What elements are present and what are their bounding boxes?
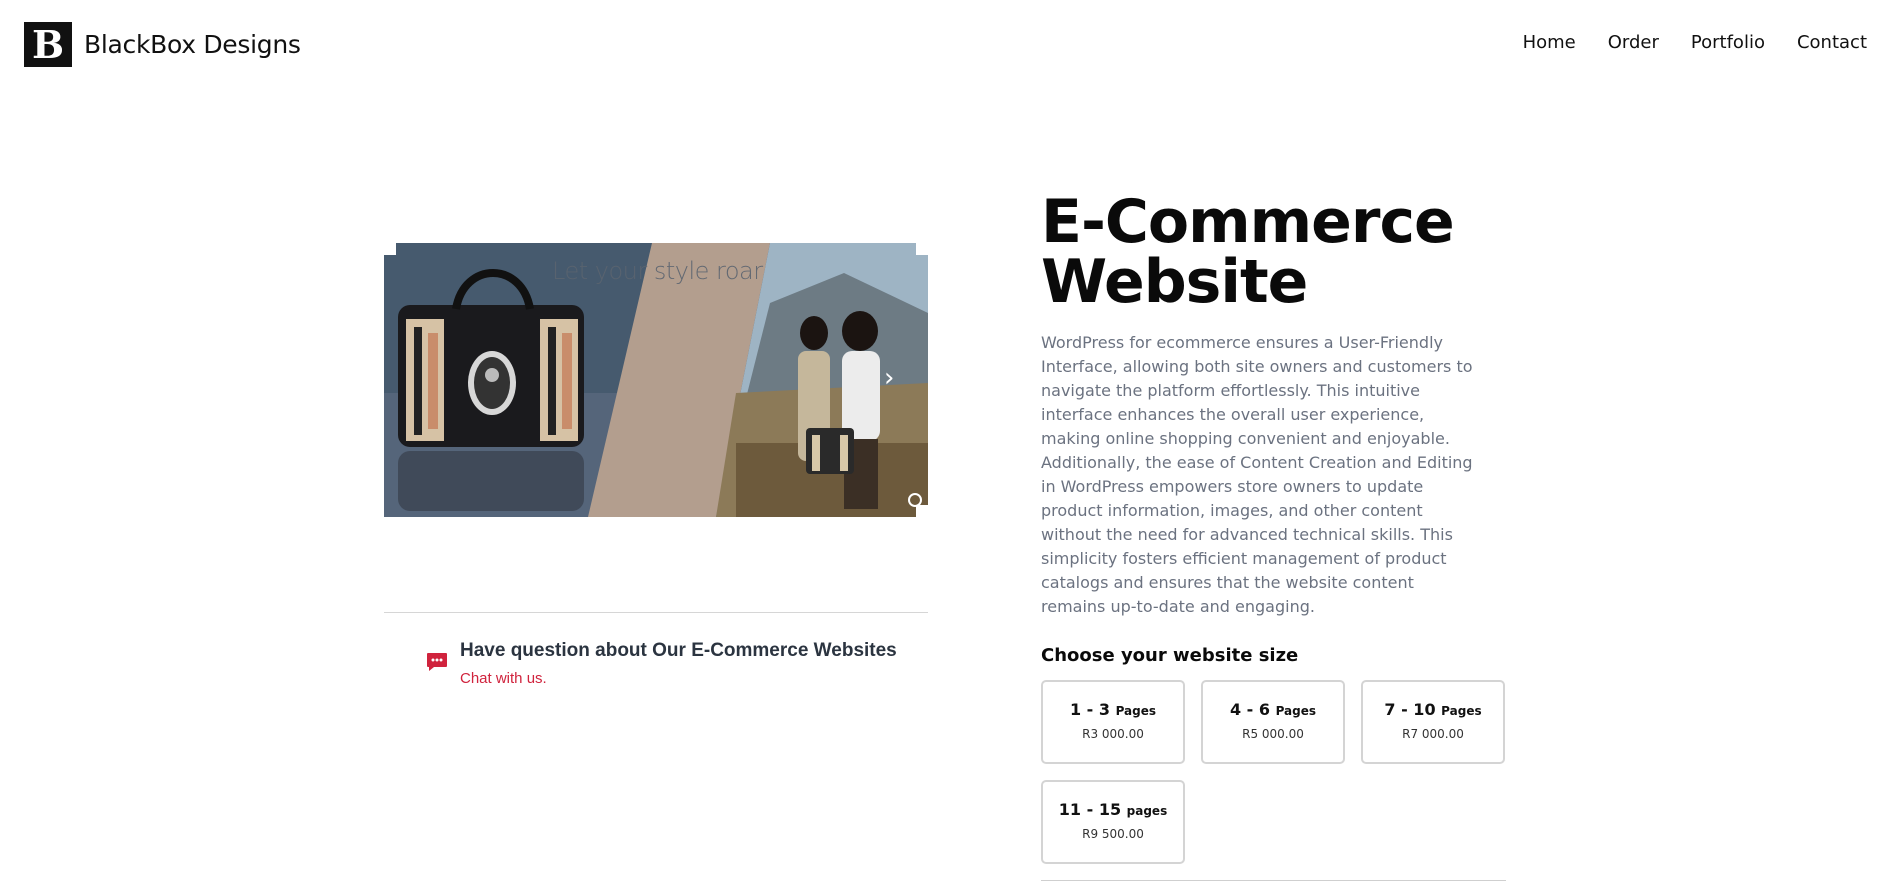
size-price: R5 000.00	[1242, 727, 1304, 741]
size-option-7-10[interactable]: 7 - 10 Pages R7 000.00	[1361, 680, 1505, 764]
size-option-1-3[interactable]: 1 - 3 Pages R3 000.00	[1041, 680, 1185, 764]
size-heading: Choose your website size	[1041, 645, 1299, 666]
size-range-value: 7 - 10	[1384, 700, 1436, 719]
slide-caption: Let your style roar	[552, 257, 763, 285]
product-image-slider[interactable]: Let your style roar ›	[384, 243, 928, 517]
page-title: E-Commerce Website	[1041, 192, 1501, 312]
size-range: 7 - 10 Pages	[1363, 700, 1503, 719]
size-range-value: 11 - 15	[1058, 800, 1122, 819]
divider	[384, 612, 928, 613]
size-option-4-6[interactable]: 4 - 6 Pages R5 000.00	[1201, 680, 1345, 764]
slider-corner-tr	[916, 243, 928, 255]
description-paragraph-1: WordPress for ecommerce ensures a User-F…	[1041, 333, 1473, 448]
zoom-icon[interactable]	[908, 493, 922, 507]
nav-home[interactable]: Home	[1523, 32, 1576, 53]
divider	[1041, 880, 1506, 881]
size-option-11-15[interactable]: 11 - 15 pages R9 500.00	[1041, 780, 1185, 864]
slider-corner-tl	[384, 243, 396, 255]
size-unit: Pages	[1441, 704, 1482, 718]
product-description: WordPress for ecommerce ensures a User-F…	[1041, 331, 1481, 619]
description-paragraph-2: Additionally, the ease of Content Creati…	[1041, 453, 1473, 616]
brand-name: BlackBox Designs	[84, 30, 301, 59]
size-unit: pages	[1126, 804, 1168, 818]
slider-corner-br	[916, 505, 928, 517]
question-title: Have question about Our E-Commerce Websi…	[460, 640, 897, 661]
site-header: B BlackBox Designs Home Order Portfolio …	[0, 0, 1897, 88]
main-nav: Home Order Portfolio Contact	[1491, 32, 1867, 53]
nav-portfolio[interactable]: Portfolio	[1691, 32, 1765, 53]
size-range: 4 - 6 Pages	[1203, 700, 1343, 719]
logo-mark: B	[24, 22, 72, 67]
nav-order[interactable]: Order	[1608, 32, 1659, 53]
size-range: 1 - 3 Pages	[1043, 700, 1183, 719]
brand-logo[interactable]: B BlackBox Designs	[24, 22, 301, 67]
nav-contact[interactable]: Contact	[1797, 32, 1867, 53]
chat-bubble-icon	[427, 653, 447, 671]
size-unit: Pages	[1275, 704, 1317, 718]
size-price: R3 000.00	[1082, 727, 1144, 741]
size-range-value: 1 - 3	[1069, 700, 1110, 719]
size-price: R9 500.00	[1082, 827, 1144, 841]
size-range-value: 4 - 6	[1229, 700, 1270, 719]
chat-link[interactable]: Chat with us.	[460, 670, 547, 687]
size-price: R7 000.00	[1402, 727, 1464, 741]
size-range: 11 - 15 pages	[1043, 800, 1183, 819]
chevron-right-icon[interactable]: ›	[884, 363, 894, 393]
size-unit: Pages	[1115, 704, 1157, 718]
title-line-2: Website	[1041, 247, 1308, 317]
